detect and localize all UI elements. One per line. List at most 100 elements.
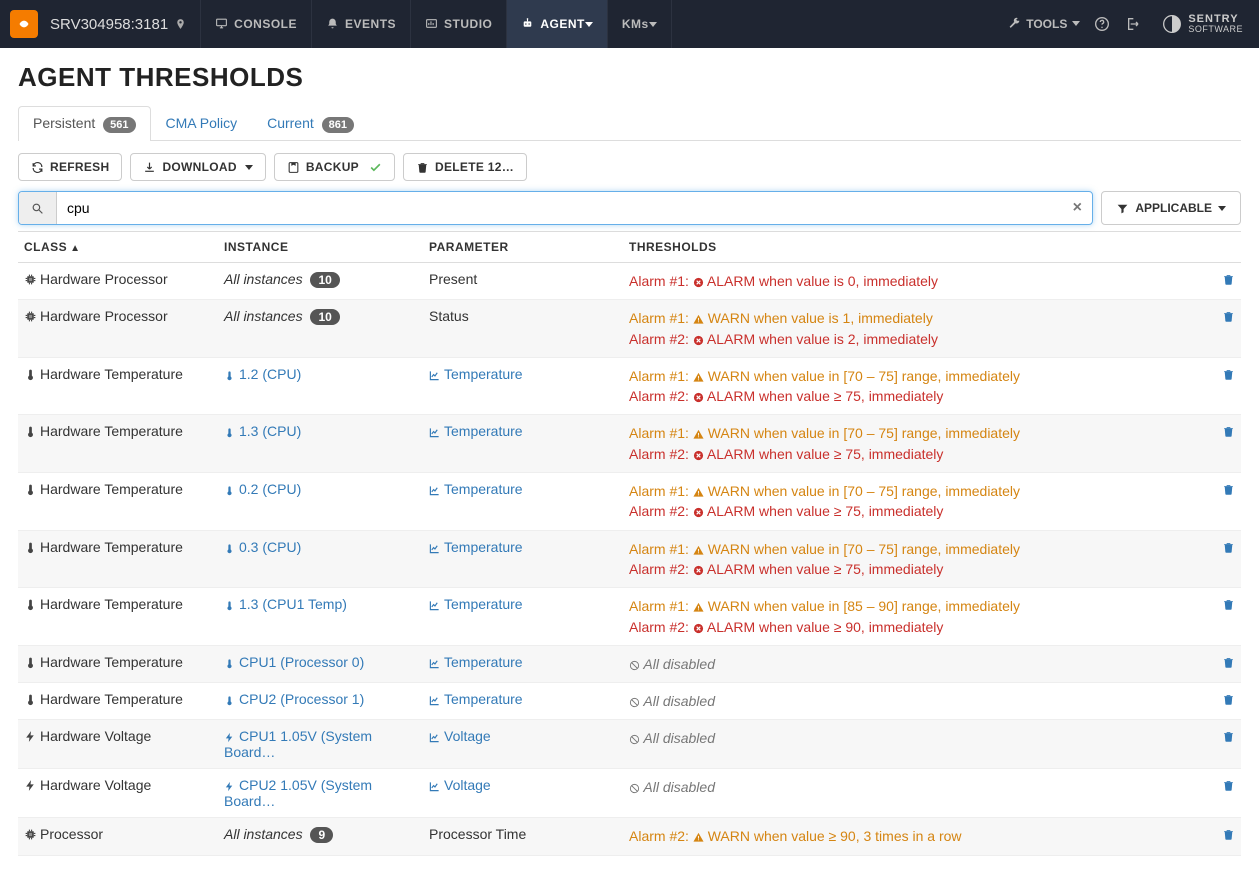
class-name: Hardware Temperature <box>40 596 183 612</box>
temp-icon <box>24 481 36 497</box>
threshold-line: Alarm #2: ALARM when value ≥ 90, immedia… <box>629 617 1203 637</box>
table-row: Hardware ProcessorAll instances 10Status… <box>18 300 1241 358</box>
delete-row-icon[interactable] <box>1222 481 1235 497</box>
parameter-link[interactable]: Temperature <box>429 481 523 497</box>
instance-link[interactable]: CPU1 1.05V (System Board… <box>224 728 372 760</box>
delete-button[interactable]: DELETE 12… <box>403 153 527 181</box>
graph-icon <box>429 366 440 382</box>
parameter-link[interactable]: Voltage <box>429 728 491 744</box>
threshold-disabled: All disabled <box>629 728 1203 748</box>
tab-persistent[interactable]: Persistent 561 <box>18 106 151 141</box>
clear-search-icon[interactable]: × <box>1062 192 1092 224</box>
table-row: Hardware ProcessorAll instances 10Presen… <box>18 263 1241 300</box>
delete-row-icon[interactable] <box>1222 366 1235 382</box>
nav-kms[interactable]: KMs <box>607 0 672 48</box>
threshold-line: Alarm #1: WARN when value is 1, immediat… <box>629 308 1203 328</box>
delete-row-icon[interactable] <box>1222 654 1235 670</box>
threshold-disabled: All disabled <box>629 691 1203 711</box>
parameter-link[interactable]: Temperature <box>429 539 523 555</box>
tab-current[interactable]: Current 861 <box>252 106 369 141</box>
error-icon <box>693 331 704 347</box>
nav-events[interactable]: EVENTS <box>311 0 411 48</box>
backup-button[interactable]: BACKUP <box>274 153 395 181</box>
temp-icon <box>224 596 235 612</box>
class-name: Hardware Temperature <box>40 481 183 497</box>
threshold-line: Alarm #1: WARN when value in [85 – 90] r… <box>629 596 1203 616</box>
volt-icon <box>24 777 36 793</box>
download-button[interactable]: DOWNLOAD <box>130 153 265 181</box>
parameter-link[interactable]: Temperature <box>429 366 523 382</box>
delete-row-icon[interactable] <box>1222 271 1235 287</box>
error-icon <box>693 619 704 635</box>
parameter-link[interactable]: Temperature <box>429 423 523 439</box>
graph-icon <box>429 423 440 439</box>
delete-row-icon[interactable] <box>1222 596 1235 612</box>
table-row: Hardware Temperature0.3 (CPU)Temperature… <box>18 530 1241 588</box>
delete-row-icon[interactable] <box>1222 423 1235 439</box>
parameter-link[interactable]: Temperature <box>429 654 523 670</box>
refresh-button[interactable]: REFRESH <box>18 153 122 181</box>
delete-row-icon[interactable] <box>1222 691 1235 707</box>
table-row: ProcessorAll instances 9Processor TimeAl… <box>18 818 1241 855</box>
delete-row-icon[interactable] <box>1222 539 1235 555</box>
location-pin-icon <box>174 16 187 32</box>
temp-icon <box>24 366 36 382</box>
threshold-disabled: All disabled <box>629 777 1203 797</box>
cpu-icon <box>24 271 36 287</box>
class-name: Hardware Processor <box>40 308 168 324</box>
col-header-instance[interactable]: INSTANCE <box>218 232 423 263</box>
filter-dropdown[interactable]: APPLICABLE <box>1101 191 1241 225</box>
nav-agent[interactable]: AGENT <box>506 0 608 48</box>
nav-console[interactable]: CONSOLE <box>200 0 312 48</box>
graph-icon <box>429 654 440 670</box>
delete-row-icon[interactable] <box>1222 728 1235 744</box>
table-row: Hardware Temperature 1.3 (CPU1 Temp) Tempe… <box>18 588 1241 646</box>
graph-icon <box>429 539 440 555</box>
instance-count-badge: 9 <box>310 827 333 843</box>
ban-icon <box>629 656 640 672</box>
delete-row-icon[interactable] <box>1222 826 1235 842</box>
brand-logo-icon[interactable] <box>10 10 38 38</box>
tab-cma-policy[interactable]: CMA Policy <box>151 106 253 139</box>
cpu-icon <box>24 308 36 324</box>
error-icon <box>693 446 704 462</box>
threshold-disabled: All disabled <box>629 654 1203 674</box>
check-icon <box>369 161 382 174</box>
delete-row-icon[interactable] <box>1222 777 1235 793</box>
class-name: Hardware Processor <box>40 271 168 287</box>
instance-link[interactable]: 1.2 (CPU) <box>224 366 301 382</box>
graph-icon <box>429 596 440 612</box>
col-header-thresholds[interactable]: THRESHOLDS <box>623 232 1209 263</box>
parameter-link[interactable]: Temperature <box>429 596 523 612</box>
class-name: Processor <box>40 826 103 842</box>
bell-icon <box>326 17 339 31</box>
tools-dropdown[interactable]: TOOLS <box>1008 17 1080 31</box>
temp-icon <box>224 654 235 670</box>
col-header-class[interactable]: CLASS▲ <box>18 232 218 263</box>
ban-icon <box>629 693 640 709</box>
table-row: Hardware Temperature1.2 (CPU)Temperature… <box>18 357 1241 415</box>
instance-link[interactable]: 0.2 (CPU) <box>224 481 301 497</box>
nav-studio[interactable]: STUDIO <box>410 0 507 48</box>
search-input[interactable] <box>57 192 1062 224</box>
instance-link[interactable]: CPU1 (Processor 0) <box>224 654 364 670</box>
instance-link[interactable]: 0.3 (CPU) <box>224 539 301 555</box>
class-name: Hardware Voltage <box>40 728 151 744</box>
delete-row-icon[interactable] <box>1222 308 1235 324</box>
temp-icon <box>224 691 235 707</box>
error-icon <box>693 561 704 577</box>
logout-icon[interactable] <box>1124 16 1140 32</box>
instance-link[interactable]: CPU2 1.05V (System Board… <box>224 777 372 809</box>
instance-link[interactable]: 1.3 (CPU) <box>224 423 301 439</box>
parameter-link[interactable]: Temperature <box>429 691 523 707</box>
parameter-link[interactable]: Voltage <box>429 777 491 793</box>
temp-icon <box>24 423 36 439</box>
error-icon <box>693 273 704 289</box>
help-icon[interactable] <box>1094 16 1110 32</box>
server-name[interactable]: SRV304958:3181 <box>50 16 168 33</box>
threshold-line: Alarm #1: ALARM when value is 0, immedia… <box>629 271 1203 291</box>
col-header-parameter[interactable]: PARAMETER <box>423 232 623 263</box>
instance-link[interactable]: CPU2 (Processor 1) <box>224 691 364 707</box>
graph-icon <box>429 728 440 744</box>
instance-link[interactable]: 1.3 (CPU1 Temp) <box>224 596 347 612</box>
